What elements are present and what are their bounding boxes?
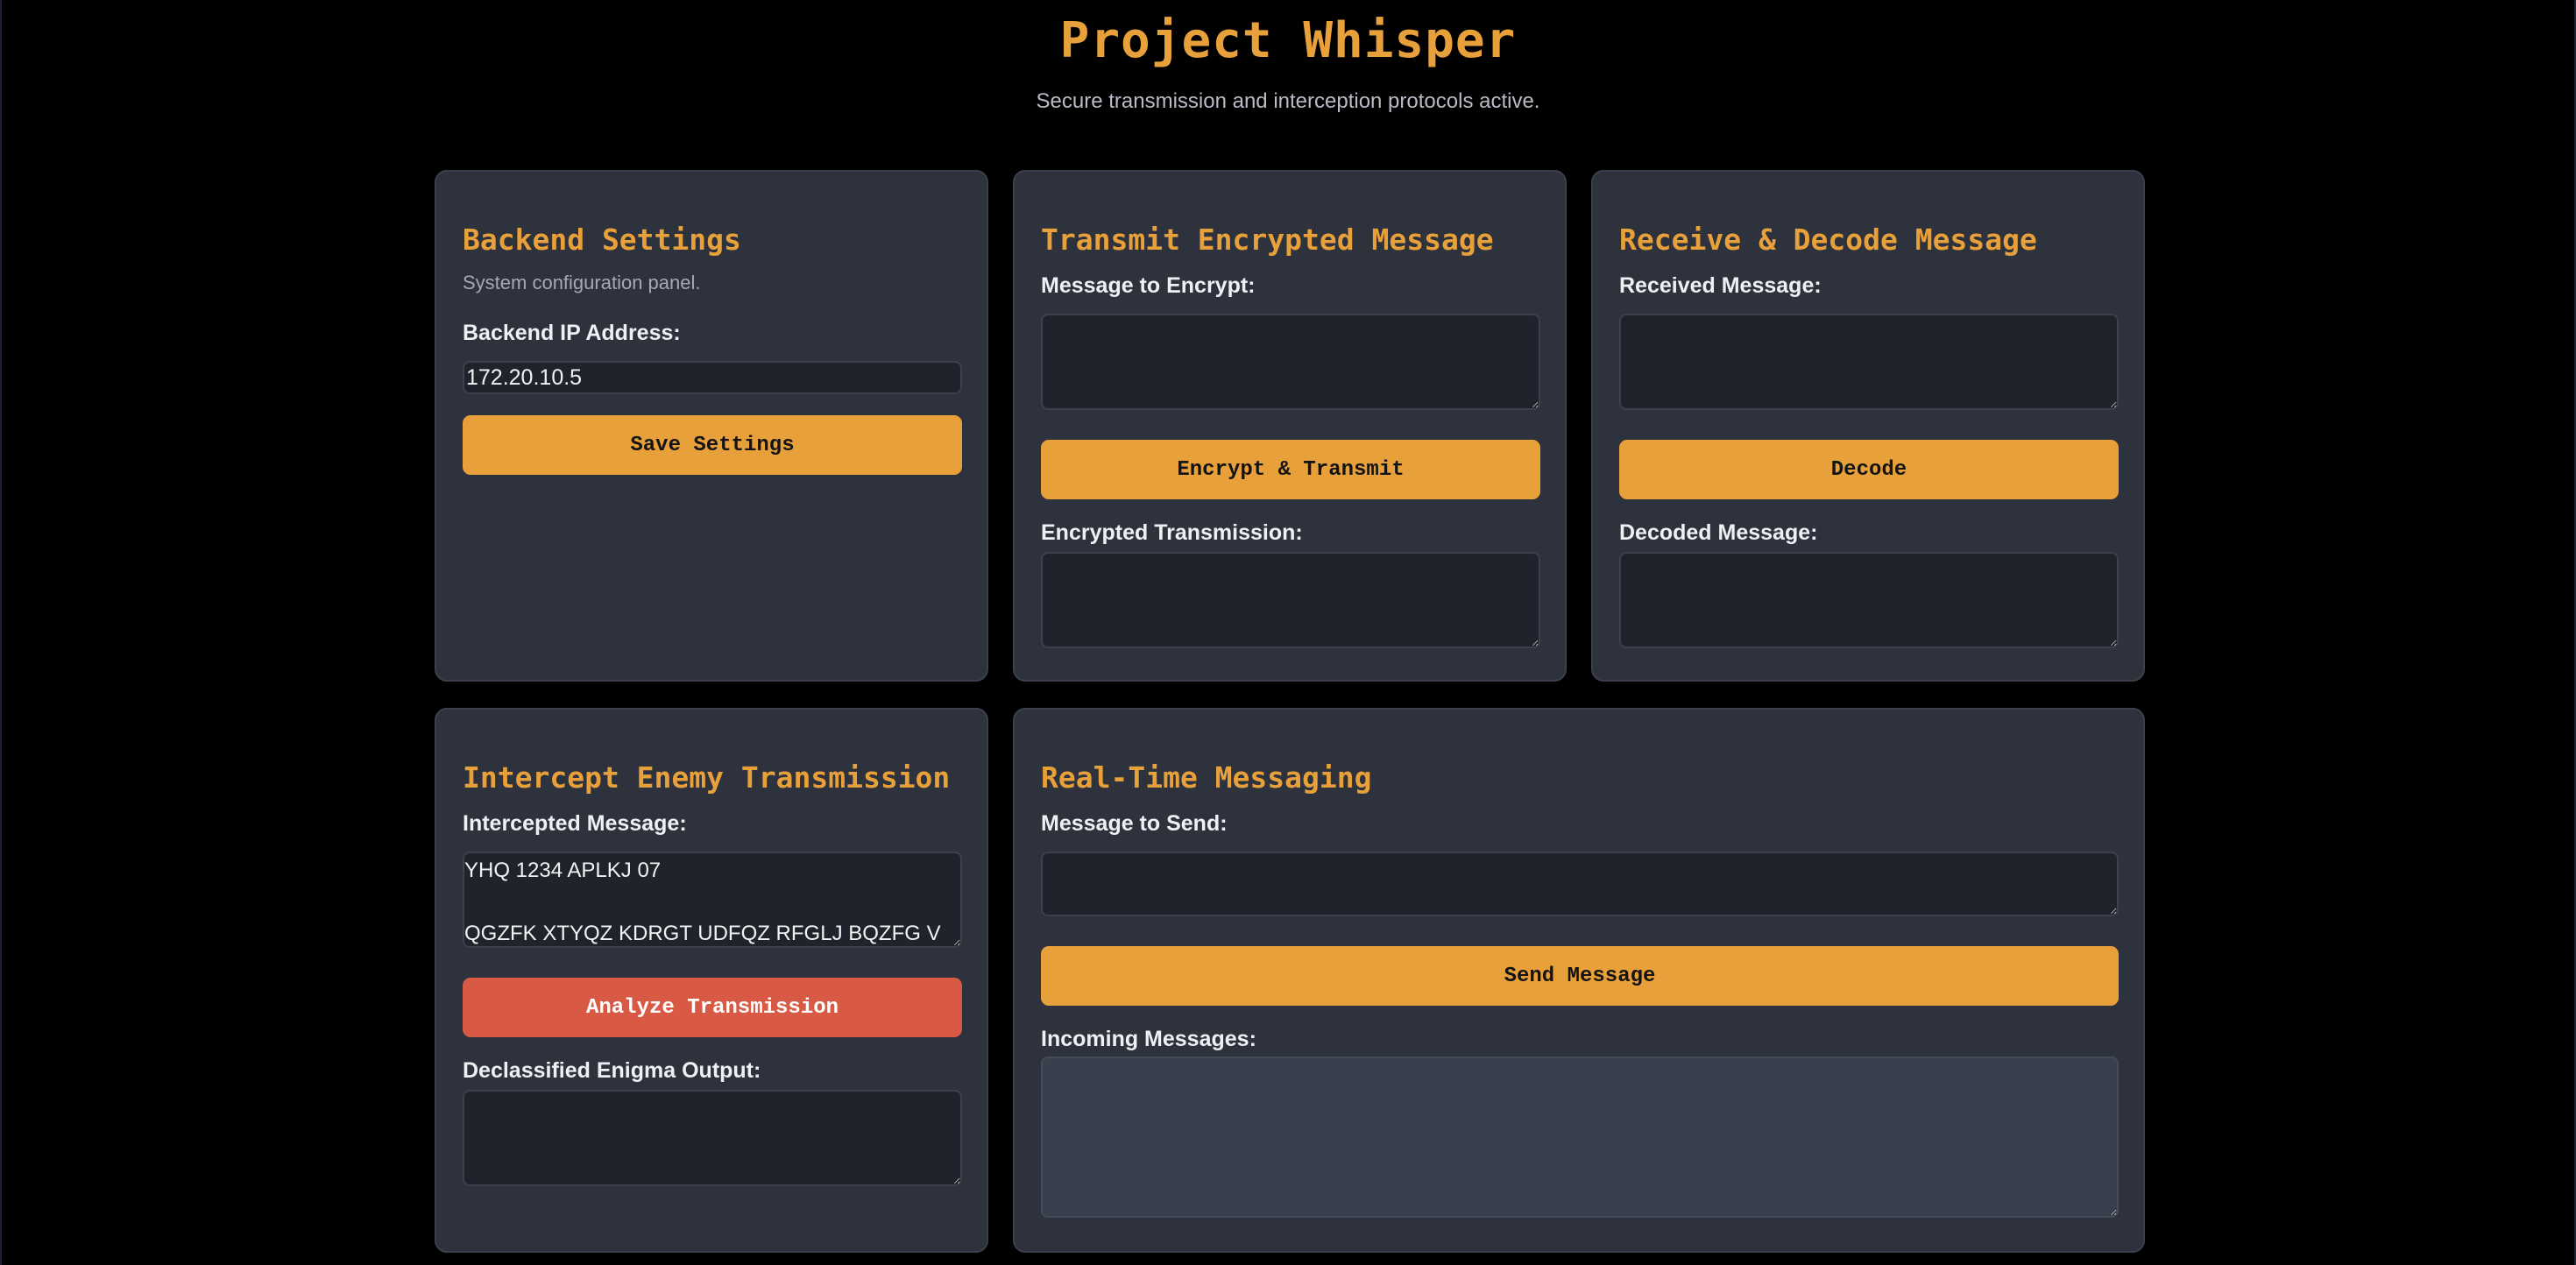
save-settings-button[interactable]: Save Settings [463, 415, 962, 475]
decoded-message-output[interactable] [1619, 552, 2119, 648]
receive-card: Receive & Decode Message Received Messag… [1591, 170, 2145, 682]
message-to-send-label: Message to Send: [1041, 811, 1228, 836]
intercept-card: Intercept Enemy Transmission Intercepted… [435, 708, 988, 1253]
intercepted-message-input[interactable]: YHQ 1234 APLKJ 07 QGZFK XTYQZ KDRGT UDFQ… [463, 852, 962, 948]
incoming-messages-label: Incoming Messages: [1041, 1027, 1256, 1051]
decoded-message-label: Decoded Message: [1619, 520, 1818, 545]
encrypted-transmission-label: Encrypted Transmission: [1041, 520, 1303, 545]
transmit-card: Transmit Encrypted Message Message to En… [1013, 170, 1567, 682]
transmit-title: Transmit Encrypted Message [1041, 223, 1494, 257]
backend-settings-description: System configuration panel. [463, 272, 701, 293]
app-subtitle: Secure transmission and interception pro… [1036, 89, 1540, 113]
messaging-title: Real-Time Messaging [1041, 760, 1372, 795]
messaging-card: Real-Time Messaging Message to Send: Sen… [1013, 708, 2145, 1253]
receive-title: Receive & Decode Message [1619, 223, 2037, 257]
backend-settings-card: Backend Settings System configuration pa… [435, 170, 988, 682]
declassified-output-label: Declassified Enigma Output: [463, 1058, 761, 1083]
page: Project Whisper Secure transmission and … [0, 0, 2576, 1265]
received-message-label: Received Message: [1619, 273, 1822, 298]
message-to-send-input[interactable] [1041, 852, 2119, 916]
received-message-input[interactable] [1619, 314, 2119, 410]
intercept-title: Intercept Enemy Transmission [463, 760, 951, 795]
decode-button[interactable]: Decode [1619, 440, 2119, 499]
message-to-encrypt-input[interactable] [1041, 314, 1540, 410]
app-title: Project Whisper [1059, 12, 1517, 69]
declassified-output[interactable] [463, 1090, 962, 1186]
backend-ip-label: Backend IP Address: [463, 321, 681, 345]
encrypt-transmit-button[interactable]: Encrypt & Transmit [1041, 440, 1540, 499]
intercepted-message-label: Intercepted Message: [463, 811, 687, 836]
incoming-messages-output[interactable] [1041, 1057, 2119, 1218]
backend-ip-input[interactable] [463, 361, 962, 394]
backend-settings-title: Backend Settings [463, 223, 741, 257]
analyze-transmission-button[interactable]: Analyze Transmission [463, 978, 962, 1037]
message-to-encrypt-label: Message to Encrypt: [1041, 273, 1256, 298]
send-message-button[interactable]: Send Message [1041, 946, 2119, 1006]
encrypted-transmission-output[interactable] [1041, 552, 1540, 648]
